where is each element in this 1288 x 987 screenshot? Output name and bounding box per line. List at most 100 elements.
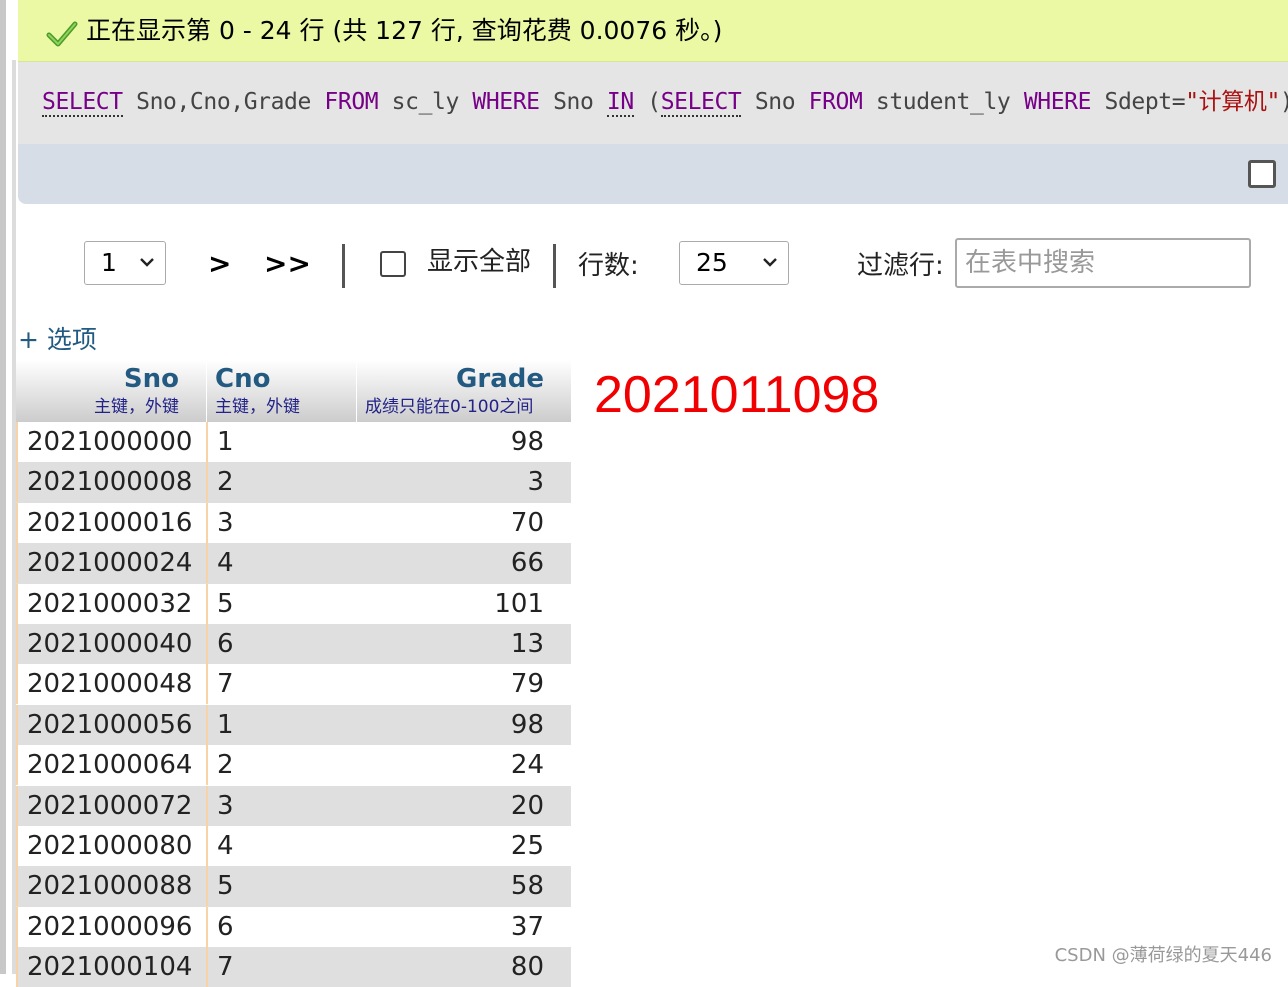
- table-cell-cno[interactable]: 7: [206, 947, 356, 987]
- page-select[interactable]: 1: [84, 241, 166, 285]
- sql-keyword-from: FROM: [324, 89, 379, 115]
- show-all-label[interactable]: 显示全部: [427, 246, 531, 278]
- sql-columns: Sno,Cno,Grade: [136, 89, 311, 115]
- sql-table-sub: student_ly: [875, 89, 1011, 115]
- filter-search-input[interactable]: [955, 238, 1251, 288]
- table-cell-sno[interactable]: 2021000056: [16, 704, 206, 745]
- sql-keyword-in[interactable]: IN: [606, 89, 634, 117]
- sql-condition: Sdept=: [1104, 89, 1186, 115]
- table-cell-sno[interactable]: 2021000104: [16, 947, 206, 987]
- sql-string-value: "计算机": [1185, 89, 1280, 115]
- table-cell-sno[interactable]: 2021000032: [16, 583, 206, 624]
- check-icon: [46, 21, 78, 47]
- sql-keyword-select-sub[interactable]: SELECT: [660, 89, 742, 117]
- column-name[interactable]: Grade: [357, 362, 544, 396]
- table-cell-cno[interactable]: 6: [206, 623, 356, 664]
- sql-keyword-select[interactable]: SELECT: [42, 89, 123, 117]
- show-all-checkbox[interactable]: [380, 251, 406, 277]
- column-header-sno[interactable]: Sno 主键，外键: [16, 360, 206, 422]
- table-row[interactable]: 2021000088 5 58: [16, 866, 571, 907]
- table-cell-grade[interactable]: 3: [356, 462, 571, 502]
- table-cell-cno[interactable]: 6: [206, 906, 356, 947]
- last-page-button[interactable]: >>: [264, 248, 311, 280]
- table-row[interactable]: 2021000096 6 37: [16, 906, 571, 948]
- nav-divider: [342, 244, 345, 288]
- sql-column-sno-sub: Sno: [754, 89, 796, 115]
- table-row[interactable]: 2021000064 2 24: [16, 745, 571, 786]
- table-cell-sno[interactable]: 2021000000: [16, 422, 206, 462]
- table-cell-sno[interactable]: 2021000080: [16, 825, 206, 866]
- column-name[interactable]: Cno: [215, 362, 356, 396]
- table-row[interactable]: 2021000072 3 20: [16, 785, 571, 826]
- table-row[interactable]: 2021000024 4 66: [16, 543, 571, 584]
- sql-keyword-from-sub: FROM: [808, 89, 863, 115]
- table-body: 2021000000 1 98 2021000008 2 3 2021000016 3 70 20…: [16, 422, 571, 987]
- table-row[interactable]: 2021000000 1 98: [16, 422, 571, 463]
- chevron-down-icon: [763, 258, 777, 267]
- table-cell-grade[interactable]: 70: [356, 503, 571, 543]
- table-cell-cno[interactable]: 1: [206, 422, 356, 462]
- table-cell-grade[interactable]: 98: [356, 422, 571, 462]
- table-cell-sno[interactable]: 2021000096: [16, 906, 206, 947]
- options-link[interactable]: + 选项: [18, 324, 97, 356]
- column-header-cno[interactable]: Cno 主键，外键: [206, 360, 356, 422]
- sql-query-box: SELECT Sno,Cno,Grade FROM sc_ly WHERE Sn…: [18, 62, 1288, 144]
- column-comment: 主键，外键: [215, 397, 300, 417]
- table-cell-grade[interactable]: 20: [356, 786, 571, 826]
- table-cell-cno[interactable]: 5: [206, 583, 356, 624]
- table-cell-grade[interactable]: 80: [356, 947, 571, 987]
- table-cell-grade[interactable]: 66: [356, 543, 571, 583]
- sql-paren-close: ): [1280, 89, 1288, 115]
- success-message: 正在显示第 0 - 24 行 (共 127 行, 查询花费 0.0076 秒。): [86, 16, 723, 45]
- sql-table: sc_ly: [391, 89, 460, 115]
- table-cell-sno[interactable]: 2021000048: [16, 664, 206, 705]
- table-row[interactable]: 2021000080 4 25: [16, 825, 571, 867]
- table-cell-cno[interactable]: 5: [206, 866, 356, 907]
- table-row[interactable]: 2021000040 6 13: [16, 623, 571, 665]
- table-cell-cno[interactable]: 2: [206, 462, 356, 503]
- table-cell-sno[interactable]: 2021000088: [16, 866, 206, 907]
- column-comment: 成绩只能在0-100之间: [365, 397, 534, 417]
- sql-paren-open: (: [647, 89, 661, 115]
- table-row[interactable]: 2021000056 1 98: [16, 704, 571, 746]
- success-banner: 正在显示第 0 - 24 行 (共 127 行, 查询花费 0.0076 秒。): [18, 0, 1288, 62]
- rows-label: 行数:: [578, 251, 639, 281]
- table-cell-cno[interactable]: 2: [206, 745, 356, 786]
- results-table: Sno 主键，外键 Cno 主键，外键 Grade 成绩只能在0-100之间 2…: [16, 360, 571, 987]
- table-cell-grade[interactable]: 25: [356, 826, 571, 866]
- table-cell-cno[interactable]: 3: [206, 785, 356, 826]
- rows-per-page-select[interactable]: 25: [679, 241, 789, 285]
- table-cell-grade[interactable]: 58: [356, 866, 571, 906]
- table-cell-sno[interactable]: 2021000016: [16, 502, 206, 543]
- sql-tools-checkbox[interactable]: [1248, 160, 1276, 188]
- table-cell-cno[interactable]: 7: [206, 664, 356, 705]
- table-cell-cno[interactable]: 4: [206, 825, 356, 866]
- column-name[interactable]: Sno: [16, 362, 179, 396]
- table-cell-sno[interactable]: 2021000072: [16, 785, 206, 826]
- table-cell-sno[interactable]: 2021000008: [16, 462, 206, 503]
- table-cell-grade[interactable]: 24: [356, 745, 571, 785]
- table-cell-sno[interactable]: 2021000064: [16, 745, 206, 786]
- table-row[interactable]: 2021000008 2 3: [16, 462, 571, 503]
- table-row[interactable]: 2021000048 7 79: [16, 664, 571, 705]
- table-cell-grade[interactable]: 98: [356, 705, 571, 745]
- table-row[interactable]: 2021000016 3 70: [16, 502, 571, 544]
- table-cell-cno[interactable]: 1: [206, 704, 356, 745]
- table-cell-grade[interactable]: 101: [356, 584, 571, 624]
- column-header-grade[interactable]: Grade 成绩只能在0-100之间: [356, 360, 571, 422]
- next-page-button[interactable]: >: [208, 248, 231, 280]
- sql-tools-bar: [18, 144, 1288, 204]
- table-cell-sno[interactable]: 2021000024: [16, 543, 206, 584]
- sql-keyword-where-sub: WHERE: [1023, 89, 1092, 115]
- table-row[interactable]: 2021000104 7 80: [16, 947, 571, 987]
- nav-divider-2: [553, 244, 556, 288]
- table-cell-cno[interactable]: 3: [206, 502, 356, 543]
- table-cell-grade[interactable]: 37: [356, 907, 571, 947]
- table-cell-cno[interactable]: 4: [206, 543, 356, 584]
- table-cell-sno[interactable]: 2021000040: [16, 623, 206, 664]
- rows-select-value: 25: [696, 248, 728, 277]
- table-cell-grade[interactable]: 79: [356, 664, 571, 704]
- table-header: Sno 主键，外键 Cno 主键，外键 Grade 成绩只能在0-100之间: [16, 360, 571, 422]
- table-cell-grade[interactable]: 13: [356, 624, 571, 664]
- table-row[interactable]: 2021000032 5 101: [16, 583, 571, 624]
